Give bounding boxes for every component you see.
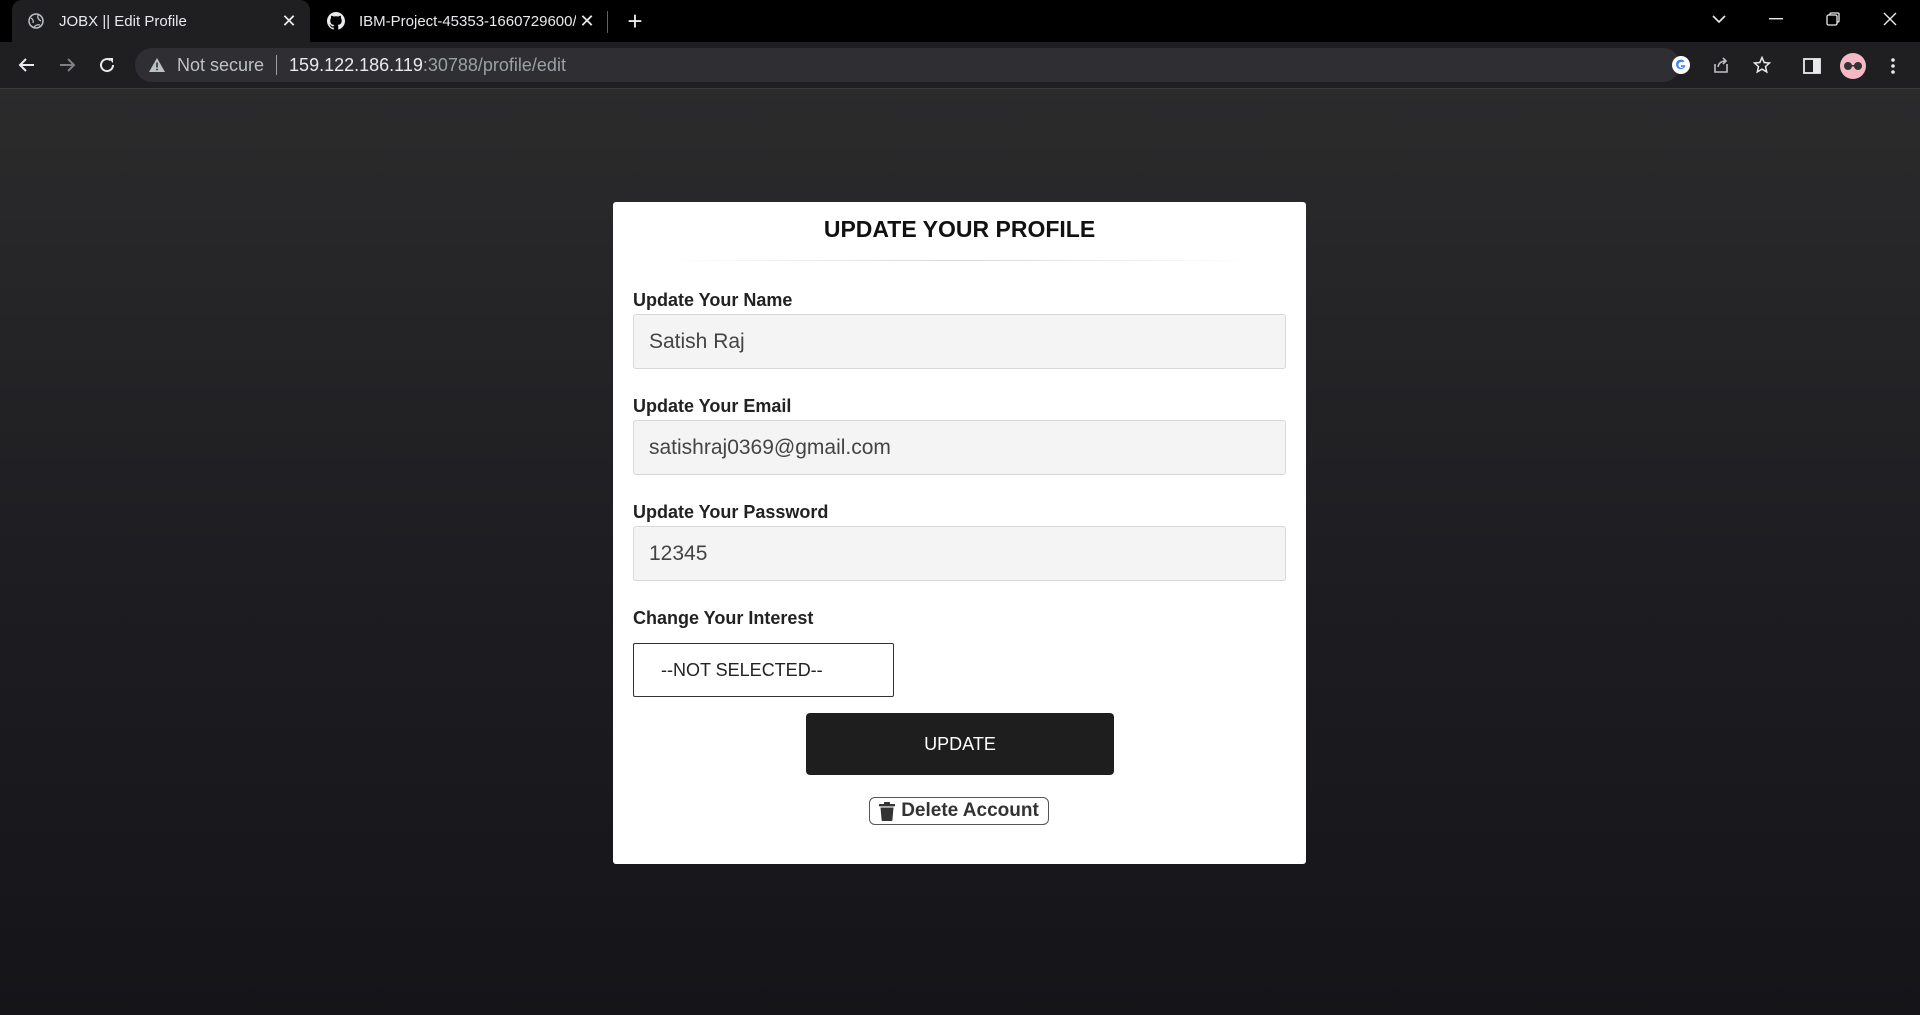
interest-label: Change Your Interest [633, 608, 814, 628]
title-divider [663, 260, 1256, 261]
profile-avatar[interactable] [1836, 49, 1870, 83]
tab-separator [607, 11, 608, 33]
share-icon[interactable] [1704, 48, 1738, 82]
form-title: UPDATE YOUR PROFILE [823, 216, 1096, 242]
email-label: Update Your Email [633, 396, 792, 416]
tab-title: IBM-Project-45353-1660729600/ [359, 12, 576, 30]
side-panel-icon[interactable] [1795, 49, 1829, 83]
google-lens-icon[interactable] [1664, 48, 1698, 82]
github-icon [327, 12, 345, 30]
restore-button[interactable] [1805, 0, 1861, 38]
new-tab-button[interactable]: + [620, 6, 650, 36]
forward-button[interactable] [51, 49, 83, 81]
interest-select[interactable]: --NOT SELECTED-- [633, 643, 894, 697]
delete-account-button[interactable]: Delete Account [869, 797, 1049, 825]
security-status[interactable]: Not secure [177, 55, 264, 76]
delete-account-label: Delete Account [901, 800, 1039, 821]
warning-icon[interactable] [149, 58, 167, 72]
omnibox-divider [276, 55, 278, 75]
url-path: :30788/profile/edit [422, 54, 566, 75]
reload-button[interactable] [91, 49, 123, 81]
url-host: 159.122.186.119 [289, 54, 423, 75]
globe-icon [27, 12, 45, 30]
tab-title: JOBX || Edit Profile [59, 12, 187, 30]
update-button[interactable]: UPDATE [806, 713, 1114, 775]
close-window-button[interactable] [1862, 0, 1918, 38]
close-tab-icon[interactable]: ✕ [278, 10, 300, 32]
avatar-icon [1840, 53, 1866, 79]
bookmark-star-icon[interactable] [1745, 48, 1779, 82]
menu-icon[interactable] [1876, 49, 1910, 83]
trash-icon [879, 801, 896, 821]
tab-strip: JOBX || Edit Profile ✕ IBM-Project-45353… [0, 0, 1920, 42]
tab-ibm-project[interactable]: IBM-Project-45353-1660729600/ ✕ [312, 0, 608, 42]
password-input[interactable] [633, 526, 1286, 581]
close-tab-icon[interactable]: ✕ [576, 10, 598, 32]
name-label: Update Your Name [633, 290, 793, 310]
tab-search-icon[interactable] [1691, 0, 1747, 38]
back-button[interactable] [11, 49, 43, 81]
name-input[interactable] [633, 314, 1286, 369]
page-background: UPDATE YOUR PROFILE Update Your Name Upd… [0, 89, 1920, 1015]
email-input[interactable] [633, 420, 1286, 475]
address-bar[interactable]: Not secure 159.122.186.119:30788/profile… [135, 48, 1680, 82]
password-label: Update Your Password [633, 502, 829, 522]
tab-jobx-edit-profile[interactable]: JOBX || Edit Profile ✕ [12, 0, 310, 42]
browser-toolbar: Not secure 159.122.186.119:30788/profile… [0, 42, 1920, 89]
profile-form-card: UPDATE YOUR PROFILE Update Your Name Upd… [613, 202, 1306, 864]
minimize-button[interactable] [1748, 0, 1804, 38]
